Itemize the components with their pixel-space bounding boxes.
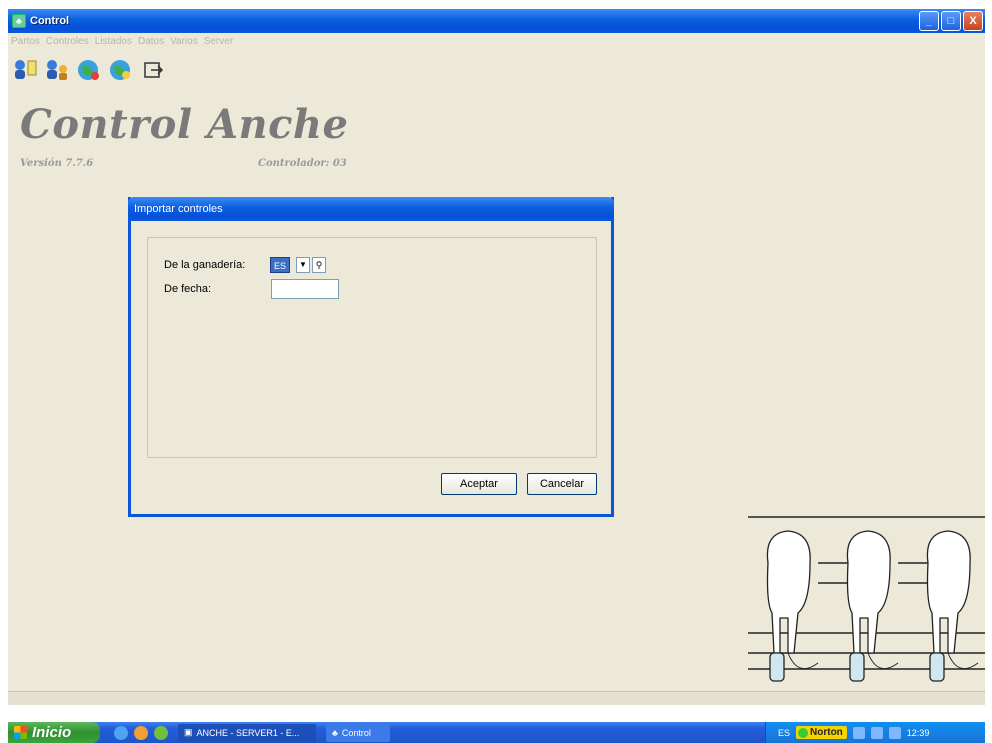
dialog-title[interactable]: Importar controles: [128, 197, 614, 221]
outlook-icon[interactable]: [154, 725, 168, 740]
status-bar: [8, 691, 985, 705]
windows-logo-icon: [14, 726, 27, 739]
quick-launch: [114, 725, 168, 740]
accept-button[interactable]: Aceptar: [441, 473, 517, 495]
ie-icon[interactable]: [114, 725, 128, 740]
herd-code-field[interactable]: ES: [270, 257, 290, 273]
exit-icon[interactable]: [140, 57, 166, 83]
media-icon[interactable]: [134, 725, 148, 740]
menu-partos[interactable]: Partos: [11, 36, 40, 47]
herd-dropdown-button[interactable]: ▼: [296, 257, 310, 273]
globe-icon[interactable]: [76, 57, 102, 83]
computer-icon: ▣: [184, 727, 193, 737]
user-list-icon[interactable]: [12, 57, 38, 83]
search-icon[interactable]: ⚲: [312, 257, 326, 273]
import-controls-dialog: Importar controles De la ganadería: ES ▼…: [128, 197, 614, 517]
network-icon[interactable]: [852, 726, 865, 739]
cows-milking-illustration: [748, 516, 985, 682]
menu-bar: Partos Controles Listados Datos Varios S…: [8, 33, 985, 50]
taskbar-item-anche[interactable]: ▣ ANCHE - SERVER1 - E...: [178, 723, 316, 742]
cancel-button[interactable]: Cancelar: [527, 473, 597, 495]
app-icon: ♣: [12, 14, 26, 28]
controlador-label: Controlador: 03: [258, 158, 347, 169]
taskbar-item-label: ANCHE - SERVER1 - E...: [196, 727, 300, 738]
window-title-bar[interactable]: ♣ Control _ □ X: [8, 9, 985, 33]
menu-varios[interactable]: Varios: [170, 36, 198, 47]
window-controls: _ □ X: [919, 11, 983, 31]
start-label: Inicio: [32, 724, 72, 741]
app-brand-title: Control Anche: [20, 101, 349, 148]
maximize-button[interactable]: □: [941, 11, 961, 31]
taskbar: Inicio ▣ ANCHE - SERVER1 - E... ♣ Contro…: [8, 722, 985, 743]
taskbar-item-control[interactable]: ♣ Control: [326, 723, 390, 742]
users-icon[interactable]: [44, 57, 70, 83]
system-tray: ES Norton 12:39: [765, 722, 985, 743]
version-label: Versión 7.7.6: [20, 158, 94, 169]
security-icon[interactable]: [888, 726, 901, 739]
toolbar: [12, 55, 166, 85]
taskbar-item-label: Control: [341, 727, 371, 738]
app-area: Partos Controles Listados Datos Varios S…: [8, 33, 985, 705]
start-button[interactable]: Inicio: [8, 722, 100, 743]
volume-icon[interactable]: [870, 726, 883, 739]
menu-server[interactable]: Server: [204, 36, 233, 47]
menu-datos[interactable]: Datos: [138, 36, 164, 47]
language-indicator[interactable]: ES: [778, 728, 790, 738]
norton-badge[interactable]: Norton: [796, 726, 847, 739]
window-title: Control: [30, 15, 70, 27]
herd-label: De la ganadería:: [164, 259, 246, 271]
cow-icon: ♣: [332, 727, 338, 738]
menu-controles[interactable]: Controles: [46, 36, 89, 47]
close-button[interactable]: X: [963, 11, 983, 31]
date-label: De fecha:: [164, 283, 212, 295]
date-field[interactable]: [271, 279, 339, 299]
clock: 12:39: [906, 727, 930, 738]
globe-user-icon[interactable]: [108, 57, 134, 83]
menu-listados[interactable]: Listados: [95, 36, 132, 47]
minimize-button[interactable]: _: [919, 11, 939, 31]
